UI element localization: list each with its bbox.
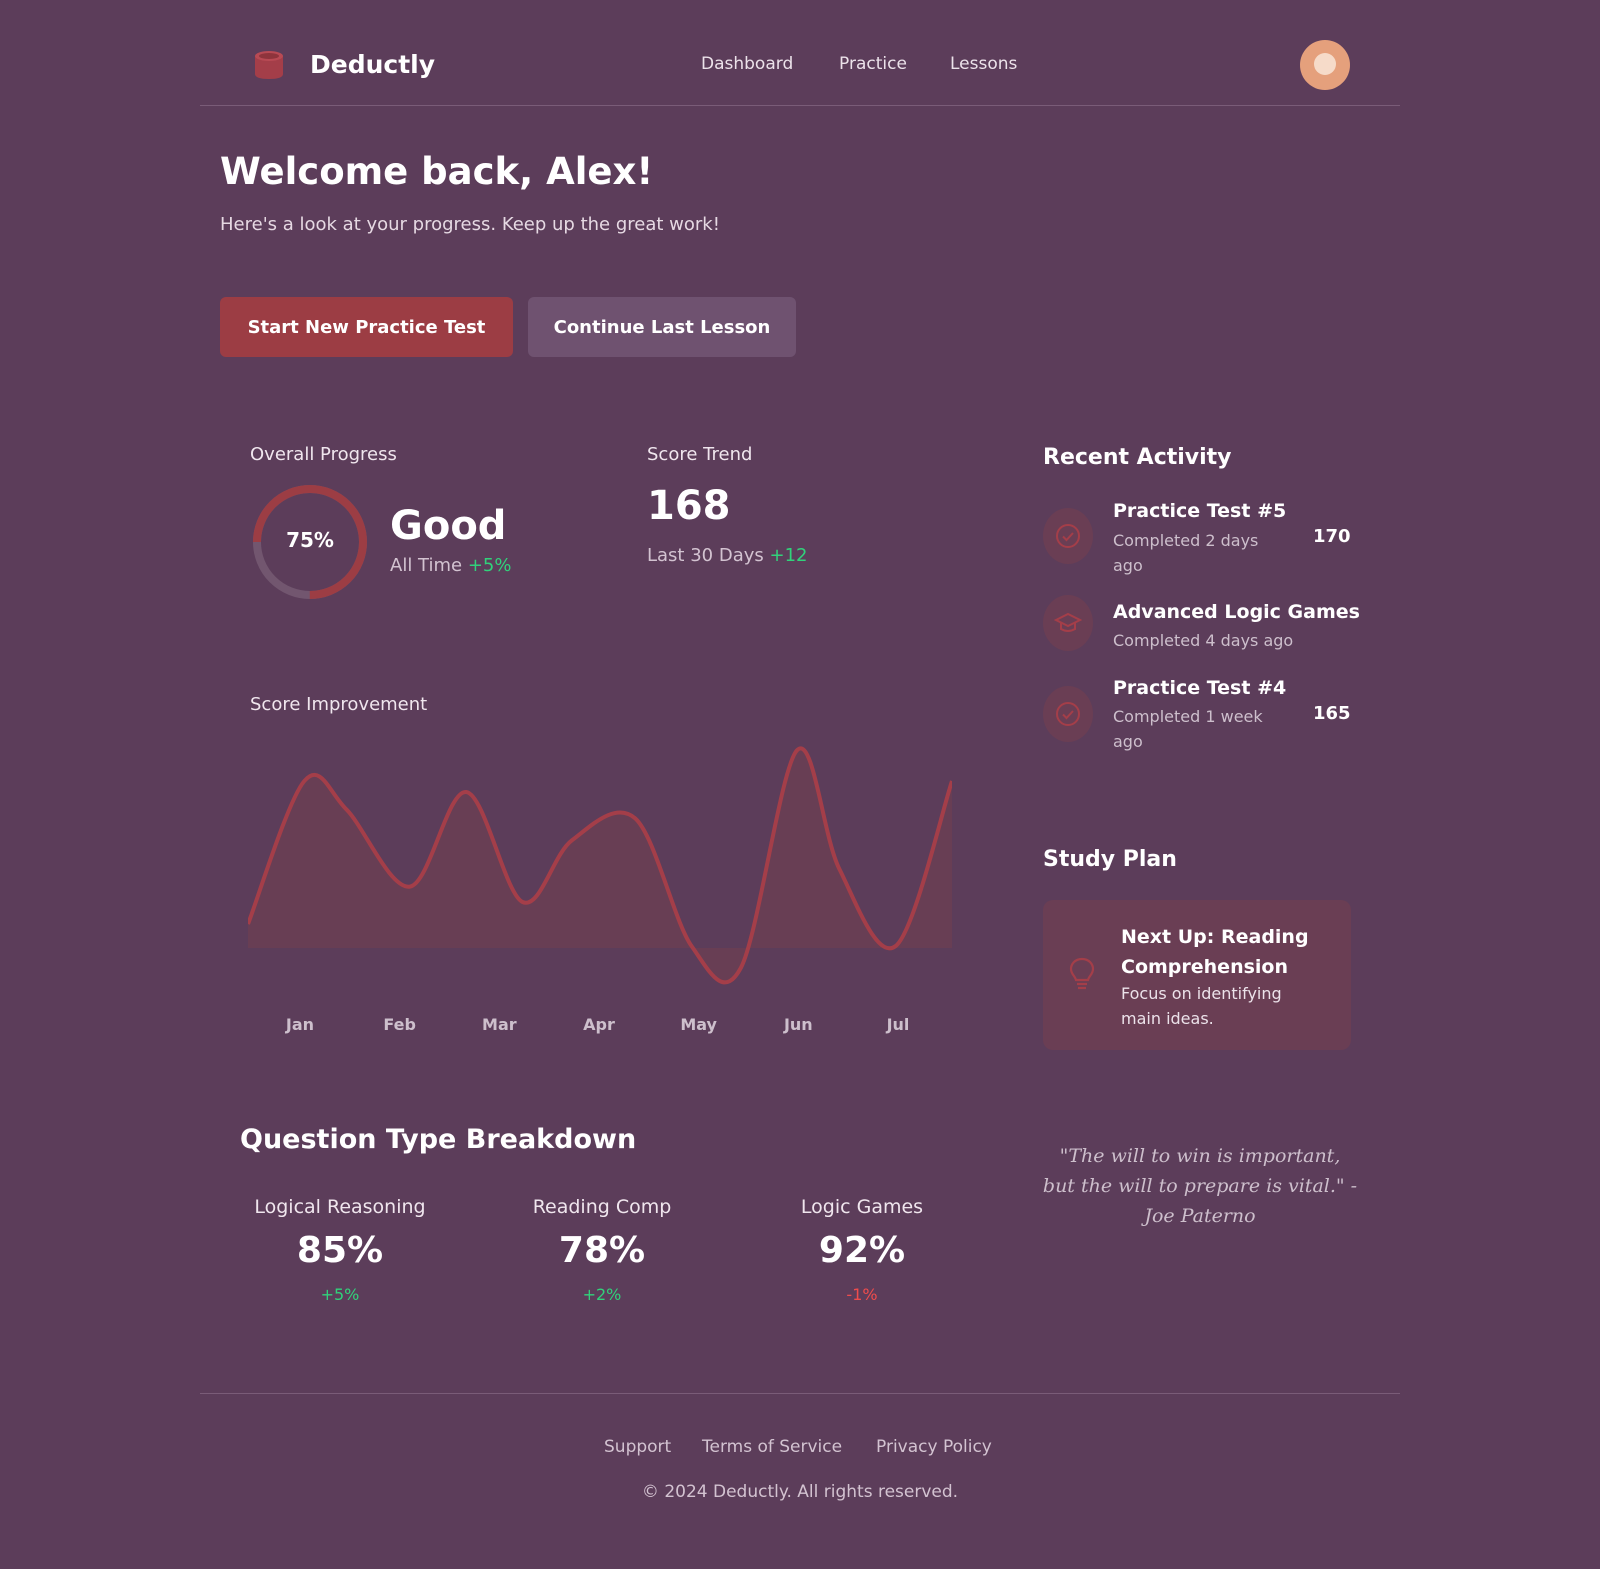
score-trend-delta: +12	[769, 545, 808, 566]
score-improvement-label: Score Improvement	[250, 694, 428, 715]
continue-lesson-button[interactable]: Continue Last Lesson	[528, 297, 796, 357]
score-trend-label: Score Trend	[647, 444, 753, 465]
breakdown-label: Logical Reasoning	[254, 1196, 426, 1218]
progress-period: All Time	[390, 555, 463, 576]
check-circle-icon	[1043, 686, 1093, 742]
activity-title[interactable]: Practice Test #5	[1113, 500, 1286, 522]
nav-lessons[interactable]: Lessons	[950, 54, 1017, 74]
recent-activity-title: Recent Activity	[1043, 445, 1232, 470]
header-divider	[200, 105, 1400, 106]
study-plan-title: Study Plan	[1043, 847, 1177, 872]
copyright: © 2024 Deductly. All rights reserved.	[641, 1482, 959, 1502]
chart-x-tick-label: Jun	[783, 1015, 813, 1034]
breakdown-item: Logic Games 92% -1%	[742, 1196, 982, 1304]
breakdown-value: 85%	[296, 1230, 384, 1271]
activity-subtitle: Completed 1 week ago	[1113, 704, 1263, 754]
breakdown-item: Logical Reasoning 85% +5%	[220, 1196, 460, 1304]
activity-score: 165	[1313, 703, 1351, 724]
chart-x-tick-label: Apr	[583, 1015, 615, 1034]
activity-subtitle-line: Completed 2 days	[1113, 531, 1259, 550]
breakdown-item: Reading Comp 78% +2%	[482, 1196, 722, 1304]
page-title: Welcome back, Alex!	[220, 150, 654, 193]
breakdown-label: Logic Games	[800, 1196, 924, 1218]
brand-name[interactable]: Deductly	[310, 50, 435, 79]
study-plan-title-line: Next Up: Reading	[1121, 926, 1309, 948]
question-breakdown-title: Question Type Breakdown	[240, 1124, 637, 1155]
activity-title[interactable]: Advanced Logic Games	[1113, 601, 1360, 623]
activity-title[interactable]: Practice Test #4	[1113, 677, 1286, 699]
graduation-cap-icon	[1043, 595, 1093, 651]
nav-practice[interactable]: Practice	[839, 54, 907, 74]
nav-dashboard[interactable]: Dashboard	[701, 54, 793, 74]
avatar-face-icon	[1314, 53, 1336, 75]
progress-subtitle: All Time +5%	[390, 555, 511, 576]
avatar[interactable]	[1300, 40, 1350, 90]
breakdown-delta: -1%	[846, 1285, 878, 1304]
study-plan-title-line: Comprehension	[1121, 956, 1288, 978]
study-plan-description: Focus on identifying main ideas.	[1121, 981, 1321, 1031]
breakdown-value: 78%	[558, 1230, 646, 1271]
chart-x-tick-label: Feb	[383, 1015, 416, 1034]
study-plan-desc-line: main ideas.	[1121, 1009, 1214, 1028]
start-practice-test-button[interactable]: Start New Practice Test	[220, 297, 513, 357]
chart-x-tick-label: May	[680, 1015, 717, 1034]
quote-line: but the will to prepare is vital." -	[1042, 1175, 1358, 1197]
activity-subtitle: Completed 4 days ago	[1113, 631, 1294, 650]
lightbulb-icon	[1067, 956, 1097, 996]
page-subtitle: Here's a look at your progress. Keep up …	[220, 214, 720, 235]
activity-subtitle-line: ago	[1113, 732, 1143, 751]
activity-subtitle-line: ago	[1113, 556, 1143, 575]
footer-link-support[interactable]: Support	[604, 1437, 671, 1457]
chart-area-fill	[248, 748, 952, 983]
quote-line: "The will to win is important,	[1059, 1145, 1341, 1167]
activity-score: 170	[1313, 526, 1351, 547]
score-trend-subtitle: Last 30 Days +12	[647, 545, 808, 566]
check-circle-icon	[1043, 508, 1093, 564]
study-plan-next-title: Next Up: Reading Comprehension	[1121, 922, 1341, 982]
chart-x-tick-label: Jul	[886, 1015, 910, 1034]
progress-percent: 75%	[286, 528, 334, 552]
breakdown-value: 92%	[818, 1230, 906, 1271]
logo-icon[interactable]	[253, 50, 285, 80]
breakdown-delta: +2%	[582, 1285, 622, 1304]
footer-divider	[200, 1393, 1400, 1394]
score-improvement-chart: Jan Feb Mar Apr May Jun Jul	[248, 746, 952, 1034]
activity-subtitle: Completed 2 days ago	[1113, 528, 1258, 578]
breakdown-delta: +5%	[320, 1285, 360, 1304]
motivational-quote: "The will to win is important, but the w…	[1035, 1141, 1365, 1231]
quote-author: Joe Paterno	[1144, 1205, 1256, 1227]
chart-x-tick-label: Mar	[482, 1015, 517, 1034]
footer-link-privacy[interactable]: Privacy Policy	[876, 1437, 992, 1457]
score-trend-value: 168	[647, 483, 731, 529]
progress-rating: Good	[390, 503, 507, 549]
footer-link-terms[interactable]: Terms of Service	[702, 1437, 842, 1457]
overall-progress-label: Overall Progress	[250, 444, 397, 465]
chart-x-tick-label: Jan	[285, 1015, 314, 1034]
progress-delta: +5%	[467, 555, 512, 576]
study-plan-desc-line: Focus on identifying	[1121, 984, 1282, 1003]
score-trend-period: Last 30 Days	[647, 545, 764, 566]
breakdown-label: Reading Comp	[532, 1196, 672, 1218]
activity-subtitle-line: Completed 1 week	[1113, 707, 1263, 726]
